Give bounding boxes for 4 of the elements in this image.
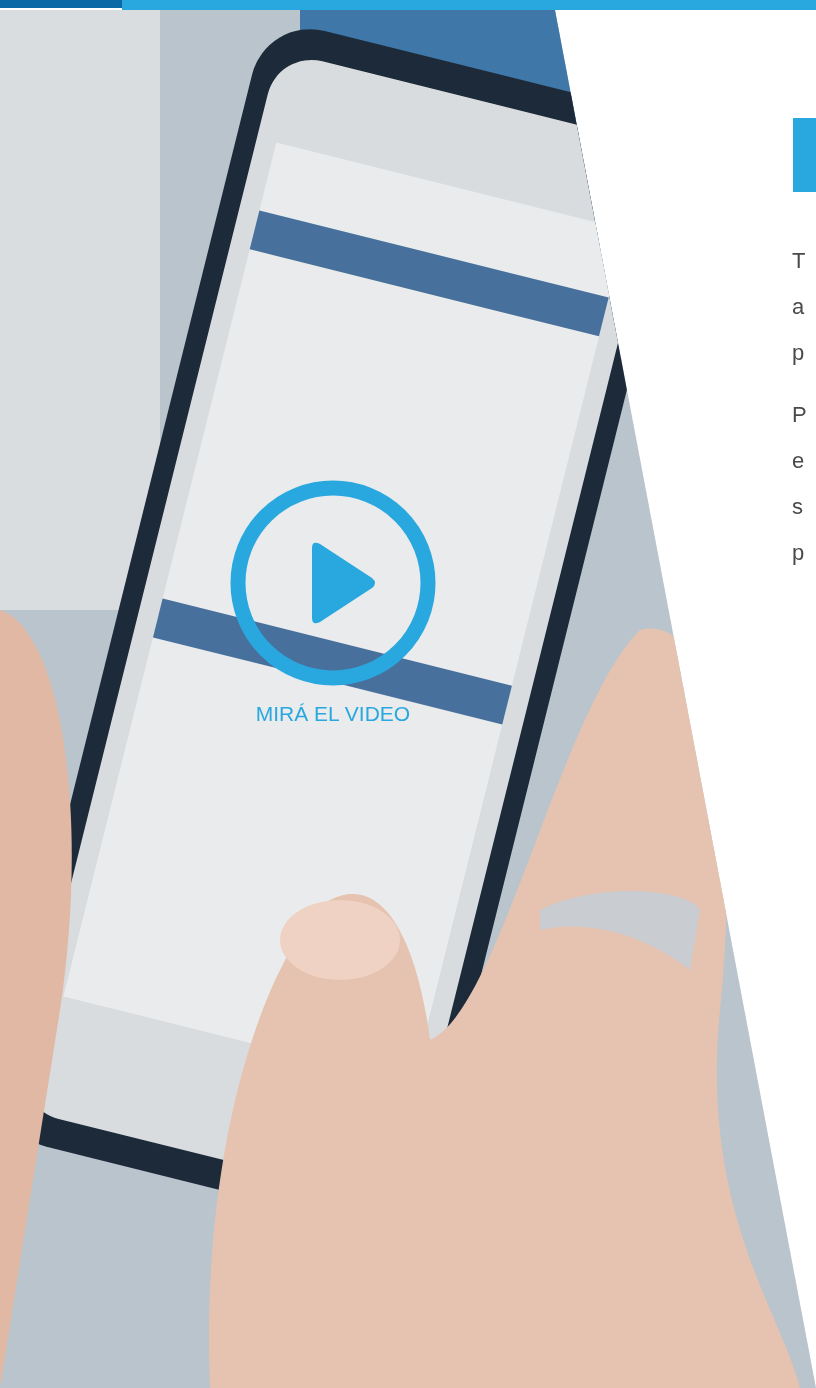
play-icon bbox=[228, 478, 438, 688]
play-video-button[interactable]: MIRÁ EL VIDEO bbox=[228, 478, 438, 726]
paragraph: T a p bbox=[791, 247, 807, 367]
paragraph: P e s p bbox=[791, 401, 808, 567]
